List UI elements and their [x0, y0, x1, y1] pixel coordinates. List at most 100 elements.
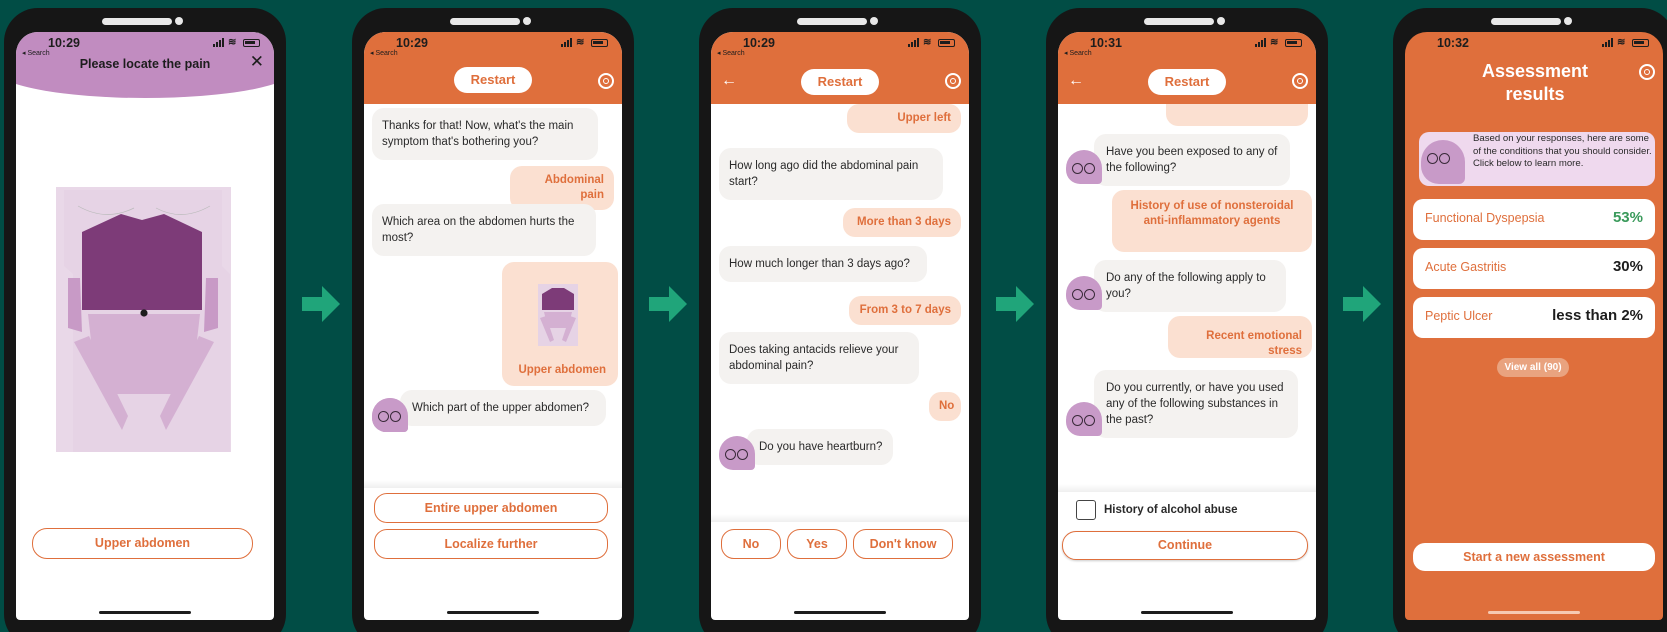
localize-further-button[interactable]: Localize further [374, 529, 608, 559]
doctor-avatar [719, 436, 755, 470]
user-message: No [929, 392, 961, 421]
user-message-with-image: Upper abdomen [502, 262, 618, 386]
wifi-icon: ≋ [576, 37, 585, 48]
user-message: Upper left [847, 104, 961, 133]
status-bar: 10:29 ◂ Search ≋ [711, 32, 969, 60]
pain-marker-dot [140, 309, 148, 317]
gear-icon[interactable] [1292, 73, 1308, 89]
bot-message: Which part of the upper abdomen? [400, 390, 606, 426]
speaker-notch [450, 18, 520, 25]
speaker-notch [797, 18, 867, 25]
status-icons: ≋ [1255, 37, 1302, 48]
speaker-notch [1491, 18, 1561, 25]
bot-message: Do you currently, or have you used any o… [1094, 370, 1298, 438]
back-to-search-link[interactable]: ◂ Search [370, 49, 398, 57]
bot-message: How much longer than 3 days ago? [719, 246, 927, 282]
assessment-results-screen: 10:32 ≋ Assessment results Based on your… [1405, 32, 1663, 620]
camera-dot [1217, 17, 1225, 25]
condition-name: Functional Dyspepsia [1425, 211, 1545, 225]
user-message: More than 3 days [843, 208, 961, 237]
phone-screen-5: 10:32 ≋ Assessment results Based on your… [1393, 8, 1667, 632]
status-bar: 10:29 ◂ Search ≋ [364, 32, 622, 60]
signal-icon [1602, 38, 1613, 47]
restart-button[interactable]: Restart [801, 69, 879, 95]
user-message: Upper abdomen [518, 364, 606, 376]
results-intro-text: Based on your responses, here are some o… [1473, 133, 1652, 169]
status-bar: 10:32 ≋ [1405, 32, 1663, 60]
answer-dont-know-button[interactable]: Don't know [853, 529, 953, 559]
camera-dot [175, 17, 183, 25]
home-indicator [794, 611, 886, 614]
doctor-avatar [372, 398, 408, 432]
battery-icon [591, 39, 608, 47]
condition-probability: 53% [1612, 209, 1643, 226]
user-message: Recent emotional stress [1168, 316, 1312, 358]
battery-icon [1285, 39, 1302, 47]
page-title: Assessment results [1481, 61, 1589, 104]
status-bar: 10:31 ◂ Search ≋ [1058, 32, 1316, 60]
gear-icon[interactable] [945, 73, 961, 89]
result-row-acute-gastritis[interactable]: Acute Gastritis 30% [1413, 248, 1655, 289]
gear-icon[interactable] [598, 73, 614, 89]
flow-arrow-icon [1343, 286, 1381, 322]
entire-upper-abdomen-button[interactable]: Entire upper abdomen [374, 493, 608, 523]
home-indicator [1141, 611, 1233, 614]
status-icons: ≋ [561, 37, 608, 48]
flow-arrow-icon [649, 286, 687, 322]
bot-message: How long ago did the abdominal pain star… [719, 148, 943, 200]
wifi-icon: ≋ [1617, 37, 1626, 48]
doctor-avatar [1066, 150, 1102, 184]
battery-icon [938, 39, 955, 47]
doctor-avatar [1066, 276, 1102, 310]
home-indicator [1488, 611, 1580, 614]
answer-yes-button[interactable]: Yes [787, 529, 847, 559]
battery-icon [1632, 39, 1649, 47]
phone-screen-3: 10:29 ◂ Search ≋ ← Restart Upper left Ho… [699, 8, 981, 632]
bot-message: Have you been exposed to any of the foll… [1094, 134, 1290, 186]
bot-message: Do any of the following apply to you? [1094, 260, 1286, 312]
upper-abdomen-region[interactable] [82, 214, 202, 310]
speaker-notch [102, 18, 172, 25]
restart-button[interactable]: Restart [1148, 69, 1226, 95]
result-row-functional-dyspepsia[interactable]: Functional Dyspepsia 53% [1413, 199, 1655, 240]
wifi-icon: ≋ [1270, 37, 1279, 48]
wifi-icon: ≋ [923, 37, 932, 48]
bot-message: Does taking antacids relieve your abdomi… [719, 332, 919, 384]
previous-user-message [1166, 104, 1308, 126]
home-indicator [99, 611, 191, 614]
signal-icon [908, 38, 919, 47]
continue-button[interactable]: Continue [1062, 531, 1308, 560]
flow-arrow-icon [302, 286, 340, 322]
options-divider [364, 480, 622, 488]
signal-icon [561, 38, 572, 47]
flow-arrow-icon [996, 286, 1034, 322]
options-divider [711, 514, 969, 522]
checkbox-label[interactable]: History of alcohol abuse [1104, 504, 1238, 516]
view-all-button[interactable]: View all (90) [1497, 358, 1569, 377]
restart-button[interactable]: Restart [454, 67, 532, 93]
camera-dot [1564, 17, 1572, 25]
alcohol-abuse-checkbox[interactable] [1076, 500, 1096, 520]
back-arrow-icon[interactable]: ← [1068, 72, 1084, 90]
phone-screen-2: 10:29 ◂ Search ≋ Restart Thanks for that… [352, 8, 634, 632]
doctor-avatar [1066, 402, 1102, 436]
condition-probability: less than 2% [1552, 307, 1643, 324]
camera-dot [870, 17, 878, 25]
phone-screen-4: 10:31 ◂ Search ≋ ← Restart Have you been… [1046, 8, 1328, 632]
back-to-search-link[interactable]: ◂ Search [717, 49, 745, 57]
status-icons: ≋ [908, 37, 955, 48]
back-to-search-link[interactable]: ◂ Search [1064, 49, 1092, 57]
signal-icon [1255, 38, 1266, 47]
status-time: 10:29 [396, 36, 428, 50]
locate-pain-screen: 10:29 ◂ Search ≋ Please locate the pain … [16, 32, 274, 620]
status-icons: ≋ [1602, 37, 1649, 48]
gear-icon[interactable] [1639, 64, 1655, 80]
result-row-peptic-ulcer[interactable]: Peptic Ulcer less than 2% [1413, 297, 1655, 338]
back-arrow-icon[interactable]: ← [721, 72, 737, 90]
answer-no-button[interactable]: No [721, 529, 781, 559]
phone-screen-1: 10:29 ◂ Search ≋ Please locate the pain … [4, 8, 286, 632]
start-new-assessment-button[interactable]: Start a new assessment [1413, 543, 1655, 571]
upper-abdomen-button[interactable]: Upper abdomen [32, 528, 253, 559]
home-indicator [447, 611, 539, 614]
chat-screen-risk-factors: 10:31 ◂ Search ≋ ← Restart Have you been… [1058, 32, 1316, 620]
